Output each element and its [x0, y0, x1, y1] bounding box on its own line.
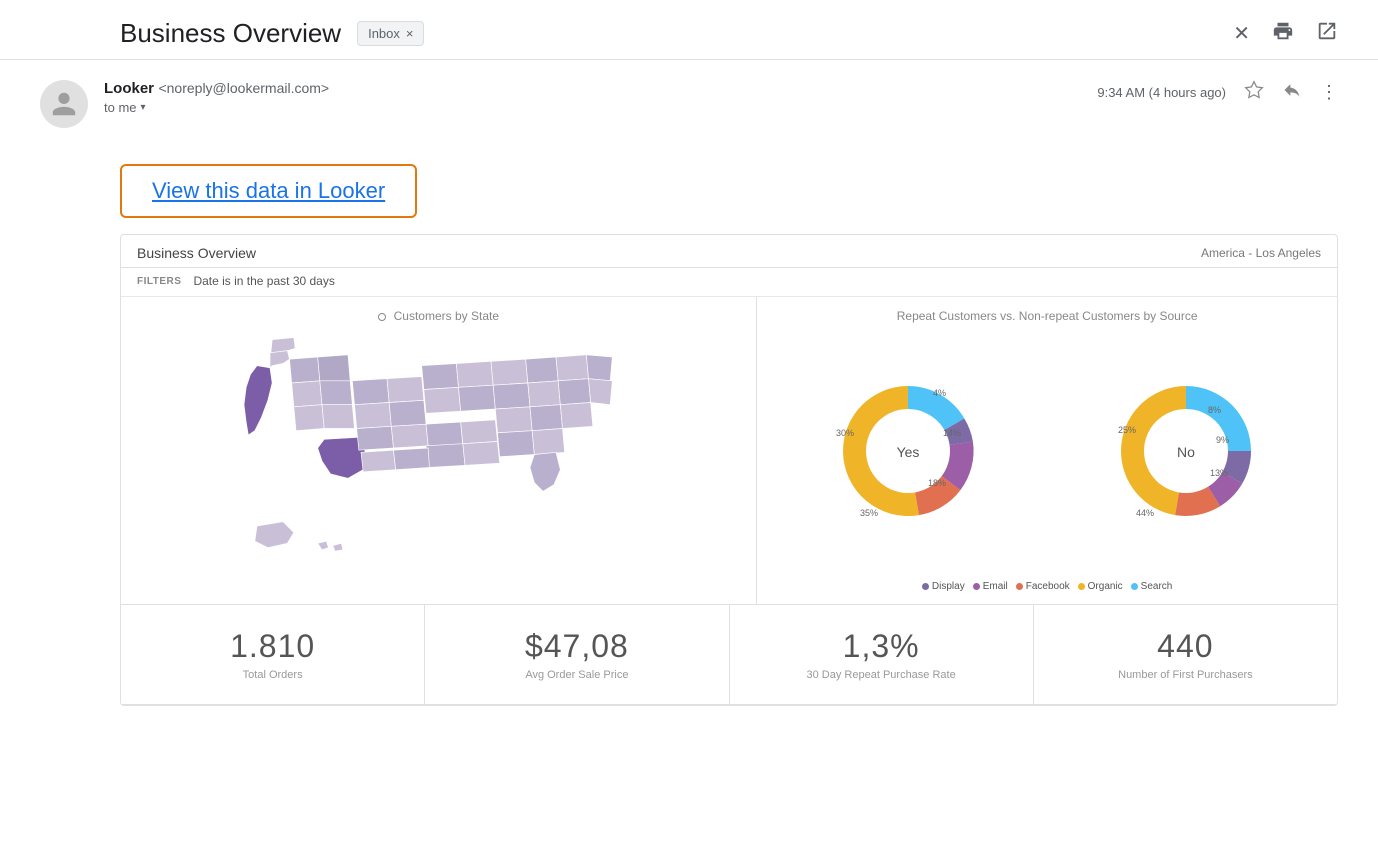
avg-order-value: $47,08	[525, 628, 629, 665]
email-legend-dot	[973, 583, 980, 590]
meta-icons: ⋮	[1244, 80, 1338, 105]
svg-text:25%: 25%	[1118, 425, 1136, 435]
display-label: Display	[932, 581, 965, 592]
inbox-badge[interactable]: Inbox ×	[357, 21, 424, 46]
badge-close-icon[interactable]: ×	[406, 26, 414, 41]
sender-info: Looker <noreply@lookermail.com> to me ▾	[104, 80, 1081, 115]
svg-text:4%: 4%	[933, 388, 946, 398]
open-external-icon[interactable]	[1316, 20, 1338, 48]
organic-legend-dot	[1078, 583, 1085, 590]
donut-no-svg: No 8% 9% 13% 44% 25%	[1096, 361, 1276, 541]
print-icon[interactable]	[1272, 20, 1294, 48]
avatar	[40, 80, 88, 128]
chevron-down-icon[interactable]: ▾	[141, 102, 146, 113]
email-title-area: Business Overview Inbox ×	[120, 18, 424, 49]
svg-text:44%: 44%	[1136, 508, 1154, 518]
display-legend-dot	[922, 583, 929, 590]
metric-avg-order: $47,08 Avg Order Sale Price	[425, 605, 729, 704]
svg-text:8%: 8%	[1208, 405, 1221, 415]
dashboard-header: Business Overview America - Los Angeles	[121, 235, 1337, 268]
metrics-row: 1.810 Total Orders $47,08 Avg Order Sale…	[121, 605, 1337, 705]
total-orders-label: Total Orders	[243, 669, 303, 681]
total-orders-value: 1.810	[230, 628, 315, 665]
dashboard-timezone: America - Los Angeles	[1201, 246, 1321, 260]
sender-email: <noreply@lookermail.com>	[158, 80, 329, 96]
view-in-looker-link[interactable]: View this data in Looker	[120, 164, 417, 218]
filter-value: Date is in the past 30 days	[193, 274, 334, 288]
metric-total-orders: 1.810 Total Orders	[121, 605, 425, 704]
to-me-row: to me ▾	[104, 100, 1081, 115]
donuts-row: Yes 4% 14% 18% 35% 30%	[769, 331, 1325, 571]
email-label: Email	[983, 581, 1008, 592]
map-panel: Customers by State	[121, 297, 757, 604]
legend-item-search: Search	[1131, 581, 1173, 592]
first-purchasers-label: Number of First Purchasers	[1118, 669, 1252, 681]
svg-text:No: No	[1177, 444, 1195, 460]
legend-item-display: Display	[922, 581, 965, 592]
sender-meta: 9:34 AM (4 hours ago) ⋮	[1097, 80, 1338, 105]
usa-map-svg	[199, 331, 679, 591]
legend-item-email: Email	[973, 581, 1008, 592]
svg-text:18%: 18%	[928, 478, 946, 488]
to-me-text: to me	[104, 100, 137, 115]
first-purchasers-value: 440	[1157, 628, 1213, 665]
legend-item-facebook: Facebook	[1016, 581, 1070, 592]
star-icon[interactable]	[1244, 80, 1264, 105]
metric-first-purchasers: 440 Number of First Purchasers	[1034, 605, 1337, 704]
repeat-rate-label: 30 Day Repeat Purchase Rate	[807, 669, 956, 681]
person-icon	[50, 90, 78, 118]
svg-text:35%: 35%	[860, 508, 878, 518]
svg-text:14%: 14%	[943, 428, 961, 438]
avg-order-label: Avg Order Sale Price	[525, 669, 628, 681]
donut-panel: Repeat Customers vs. Non-repeat Customer…	[757, 297, 1337, 604]
chart-title-dot	[378, 313, 386, 321]
more-options-icon[interactable]: ⋮	[1320, 82, 1338, 103]
donut-yes-wrapper: Yes 4% 14% 18% 35% 30%	[818, 361, 998, 541]
reply-icon[interactable]	[1282, 80, 1302, 105]
dashboard-embed-title: Business Overview	[137, 245, 256, 261]
legend-item-organic: Organic	[1078, 581, 1123, 592]
svg-text:9%: 9%	[1216, 435, 1229, 445]
filters-label: FILTERS	[137, 276, 181, 287]
facebook-legend-dot	[1016, 583, 1023, 590]
svg-text:30%: 30%	[836, 428, 854, 438]
collapse-icon[interactable]: ✕	[1233, 21, 1250, 46]
map-container	[133, 331, 744, 591]
donut-no-wrapper: No 8% 9% 13% 44% 25%	[1096, 361, 1276, 541]
donut-chart-title: Repeat Customers vs. Non-repeat Customer…	[769, 309, 1325, 323]
svg-text:Yes: Yes	[897, 444, 920, 460]
header-actions: ✕	[1233, 20, 1338, 48]
badge-label: Inbox	[368, 26, 400, 41]
metric-repeat-rate: 1,3% 30 Day Repeat Purchase Rate	[730, 605, 1034, 704]
donut-yes-svg: Yes 4% 14% 18% 35% 30%	[818, 361, 998, 541]
looker-link-container: View this data in Looker	[0, 144, 1378, 234]
svg-text:13%: 13%	[1210, 468, 1228, 478]
search-label: Search	[1141, 581, 1173, 592]
dashboard-container: Business Overview America - Los Angeles …	[120, 234, 1338, 706]
sender-name-line: Looker <noreply@lookermail.com>	[104, 80, 1081, 98]
map-chart-title: Customers by State	[133, 309, 744, 323]
organic-label: Organic	[1088, 581, 1123, 592]
sender-name: Looker	[104, 80, 154, 97]
charts-row: Customers by State	[121, 297, 1337, 605]
email-time: 9:34 AM (4 hours ago)	[1097, 85, 1226, 100]
repeat-rate-value: 1,3%	[843, 628, 920, 665]
email-header: Business Overview Inbox × ✕	[0, 0, 1378, 60]
search-legend-dot	[1131, 583, 1138, 590]
sender-row: Looker <noreply@lookermail.com> to me ▾ …	[0, 60, 1378, 144]
email-subject-title: Business Overview	[120, 18, 341, 49]
facebook-label: Facebook	[1026, 581, 1070, 592]
dashboard-filters: FILTERS Date is in the past 30 days	[121, 268, 1337, 297]
donut-legend: Display Email Facebook Organic Search	[769, 581, 1325, 592]
